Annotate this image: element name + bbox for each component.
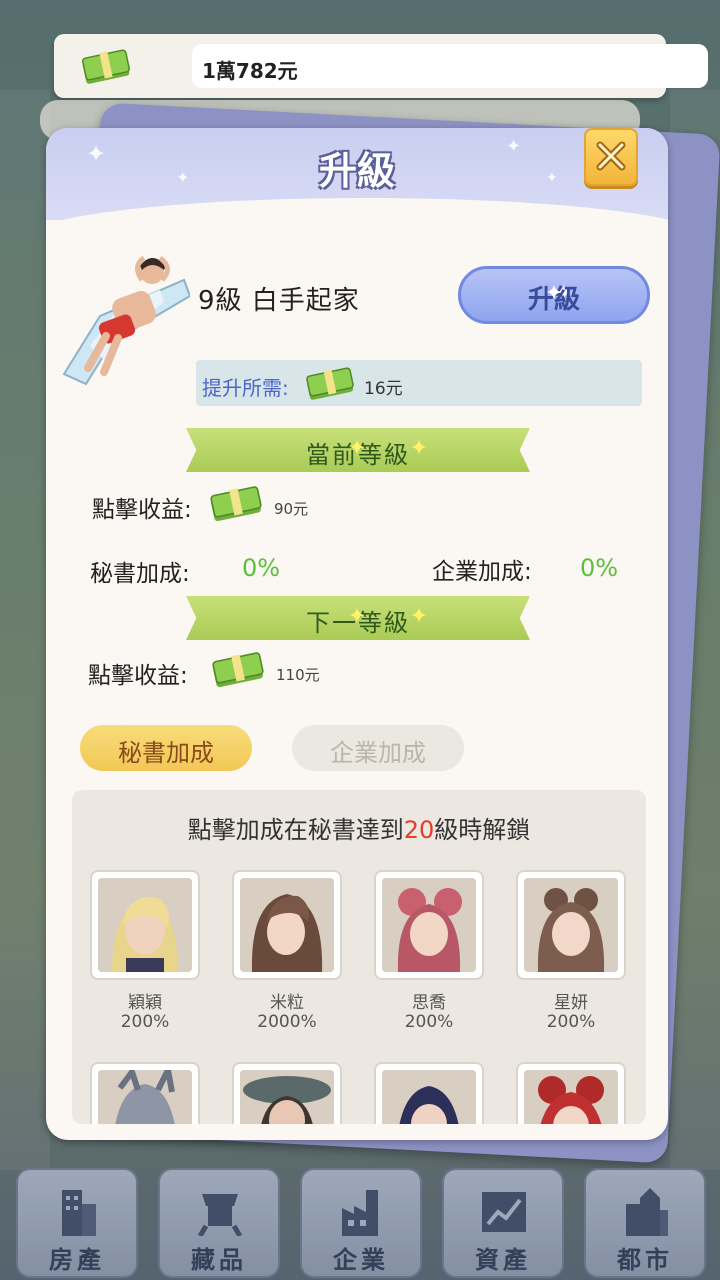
- secretary-card[interactable]: [374, 870, 484, 980]
- secretary-card[interactable]: [374, 1062, 484, 1124]
- tab-corporate-bonus[interactable]: 企業加成: [292, 725, 464, 771]
- secretary-portrait: [240, 1070, 334, 1124]
- close-icon: [596, 141, 626, 171]
- bottom-navigation: 房產 藏品 企業 資產 都市: [0, 1160, 720, 1280]
- secretary-card[interactable]: [516, 870, 626, 980]
- nav-property-label: 房產: [49, 1246, 105, 1274]
- secretary-portrait: [382, 878, 476, 972]
- cash-icon: [210, 650, 266, 692]
- secretary-bonus-value: 0%: [242, 554, 281, 582]
- level-text: 9級 白手起家: [198, 286, 360, 316]
- secretary-portrait: [240, 878, 334, 972]
- secretary-portrait: [524, 1070, 618, 1124]
- next-level-ribbon: ✦ 下一等級 ✦: [186, 596, 530, 640]
- secretary-card[interactable]: [232, 1062, 342, 1124]
- secretary-bonus: 200%: [404, 1012, 454, 1032]
- secretary-name: 米粒: [270, 993, 304, 1013]
- upgrade-requirement: 提升所需: 16元: [196, 360, 642, 406]
- dialog-title: 升級: [318, 149, 395, 193]
- cash-icon: [304, 366, 356, 404]
- corp-bonus-value: 0%: [580, 554, 619, 582]
- secretary-portrait: [382, 1070, 476, 1124]
- nav-city-label: 都市: [617, 1246, 673, 1274]
- secretary-bonus: 200%: [120, 1012, 170, 1032]
- unlock-message-suffix: 級時解鎖: [434, 816, 531, 844]
- unlock-level: 20: [403, 816, 435, 844]
- corp-bonus-label: 企業加成:: [432, 559, 532, 585]
- secretary-portrait: [98, 1070, 192, 1124]
- tab-corporate-label: 企業加成: [330, 739, 426, 767]
- secretary-card[interactable]: [232, 870, 342, 980]
- secretary-name: 星妍: [554, 993, 588, 1013]
- background-left-strip: [0, 90, 50, 1170]
- next-click-value: 110元: [276, 666, 320, 684]
- upgrade-button[interactable]: ✦ 升級 ✦: [458, 266, 650, 324]
- nav-enterprise[interactable]: 企業: [300, 1168, 422, 1278]
- nav-property[interactable]: 房產: [16, 1168, 138, 1278]
- secretary-name: 穎穎: [128, 993, 162, 1013]
- nav-city[interactable]: 都市: [584, 1168, 706, 1278]
- nav-enterprise-label: 企業: [333, 1246, 389, 1274]
- currency-bar: 1萬782元: [54, 34, 708, 98]
- secretary-card[interactable]: [90, 1062, 200, 1124]
- requirement-value: 16元: [364, 379, 403, 399]
- star-icon: ✦: [347, 436, 369, 461]
- secretary-bonus: 2000%: [257, 1012, 317, 1032]
- unlock-message-prefix: 點擊加成在秘書達到: [187, 816, 404, 844]
- factory-icon: [342, 1190, 378, 1236]
- chart-icon: [482, 1192, 526, 1232]
- secretary-name: 思喬: [412, 993, 446, 1013]
- nav-assets-label: 資產: [475, 1246, 531, 1274]
- vase-icon: [197, 1194, 243, 1236]
- current-level-ribbon: ✦ 當前等級 ✦: [186, 428, 530, 472]
- cash-icon: [208, 484, 264, 526]
- secretary-bonus-label: 秘書加成:: [90, 561, 190, 587]
- dialog-header: ✦ ✦ ✦ ✦ 升級: [46, 128, 668, 238]
- balance-field: 1萬782元: [192, 44, 708, 88]
- upgrade-dialog: ✦ ✦ ✦ ✦ 升級 9級 白手起家 ✦ 升級 ✦ 提升所需: 16元 ✦ 當前…: [46, 128, 668, 1140]
- building-icon: [62, 1190, 96, 1236]
- nav-collection[interactable]: 藏品: [158, 1168, 280, 1278]
- secretary-portrait: [524, 878, 618, 972]
- unlock-message: 點擊加成在秘書達到20級時解鎖: [72, 810, 646, 845]
- requirement-label: 提升所需:: [202, 376, 289, 400]
- nav-collection-label: 藏品: [191, 1246, 247, 1274]
- city-icon: [626, 1188, 668, 1236]
- star-icon: ✦: [347, 604, 369, 629]
- nav-assets[interactable]: 資產: [442, 1168, 564, 1278]
- balance-value: 1萬782元: [202, 59, 298, 83]
- header-wave: [46, 198, 668, 238]
- close-button[interactable]: [584, 128, 638, 186]
- secretary-bonus: 200%: [546, 1012, 596, 1032]
- cash-icon: [80, 48, 132, 88]
- secretary-card[interactable]: [90, 870, 200, 980]
- current-click-label: 點擊收益:: [92, 497, 192, 523]
- secretary-card[interactable]: [516, 1062, 626, 1124]
- secretary-portrait: [98, 878, 192, 972]
- tab-secretary-bonus[interactable]: 秘書加成: [80, 725, 252, 771]
- tab-secretary-label: 秘書加成: [118, 739, 214, 767]
- sparkle-icon: ✦: [544, 281, 564, 306]
- secretary-panel: 點擊加成在秘書達到20級時解鎖 穎穎 200% 米粒 2000% 思喬 200%: [72, 790, 646, 1124]
- character-illustration: [60, 246, 192, 392]
- next-click-label: 點擊收益:: [88, 663, 188, 689]
- current-click-value: 90元: [274, 500, 309, 518]
